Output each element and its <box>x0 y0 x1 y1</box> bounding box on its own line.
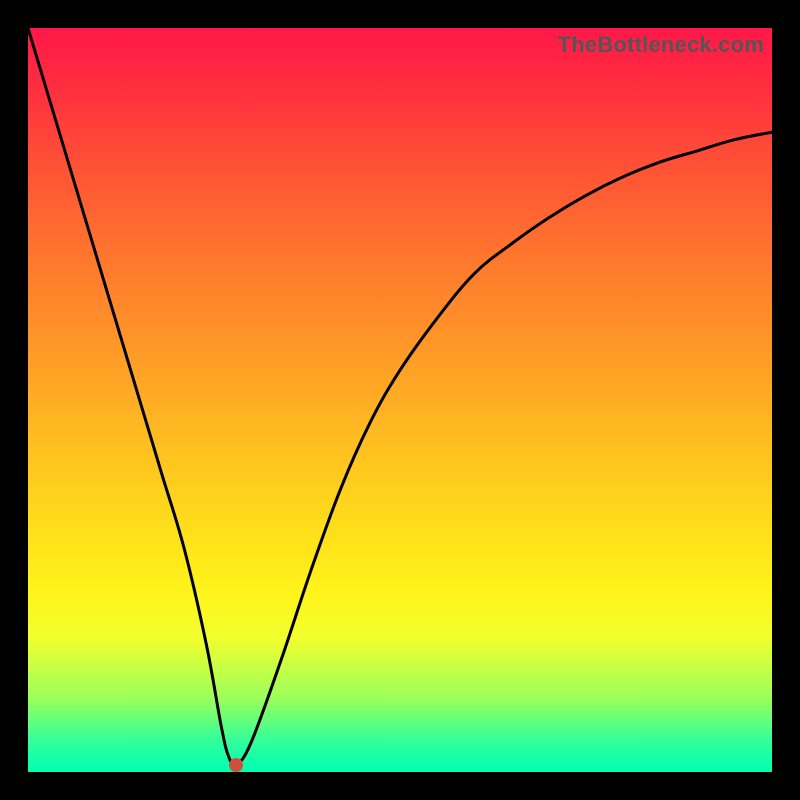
plot-area: TheBottleneck.com <box>28 28 772 772</box>
watermark-text: TheBottleneck.com <box>558 32 764 58</box>
curve-layer <box>28 28 772 772</box>
minimum-marker <box>229 758 243 772</box>
curve-line <box>28 28 772 765</box>
chart-frame: TheBottleneck.com <box>0 0 800 800</box>
